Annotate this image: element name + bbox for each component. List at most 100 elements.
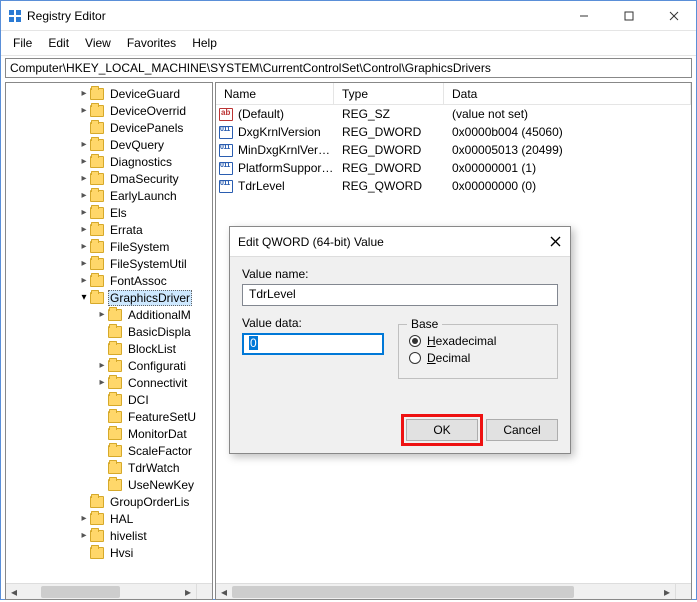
tree-item[interactable]: ▾GraphicsDriver (6, 289, 212, 306)
tree-scrollbar-horizontal[interactable]: ◂ ▸ (6, 583, 196, 599)
value-row[interactable]: MinDxgKrnlVersi…REG_DWORD0x00005013 (204… (216, 141, 691, 159)
address-bar[interactable]: Computer\HKEY_LOCAL_MACHINE\SYSTEM\Curre… (5, 58, 692, 78)
chevron-right-icon[interactable]: ▸ (78, 105, 90, 116)
tree-pane[interactable]: ▸DeviceGuard▸DeviceOverridDevicePanels▸D… (5, 82, 213, 600)
window-title: Registry Editor (23, 9, 561, 23)
tree-item-label: FeatureSetU (126, 410, 198, 424)
chevron-right-icon[interactable]: ▸ (96, 309, 108, 320)
chevron-right-icon[interactable]: ▸ (78, 275, 90, 286)
folder-icon (108, 411, 122, 423)
tree-item-label: DevQuery (108, 138, 166, 152)
folder-icon (90, 292, 104, 304)
tree-item-label: Configurati (126, 359, 188, 373)
tree-item[interactable]: ▸Connectivit (6, 374, 212, 391)
tree-item[interactable]: ▸ DeviceGuard (6, 85, 212, 102)
scroll-left-icon[interactable]: ◂ (6, 584, 22, 600)
chevron-right-icon[interactable]: ▸ (96, 377, 108, 388)
tree-item[interactable]: DevicePanels (6, 119, 212, 136)
chevron-right-icon[interactable]: ▸ (78, 258, 90, 269)
radio-hexadecimal[interactable]: Hexadecimal (409, 334, 547, 348)
scroll-right-icon[interactable]: ▸ (659, 584, 675, 600)
ok-button[interactable]: OK (406, 419, 478, 441)
tree-item[interactable]: TdrWatch (6, 459, 212, 476)
folder-icon (90, 105, 104, 117)
tree-item[interactable]: ▸FileSystem (6, 238, 212, 255)
chevron-down-icon[interactable]: ▾ (78, 292, 90, 303)
tree-item[interactable]: ScaleFactor (6, 442, 212, 459)
col-data[interactable]: Data (444, 83, 691, 104)
scroll-thumb[interactable] (41, 586, 120, 598)
folder-icon (108, 360, 122, 372)
maximize-button[interactable] (606, 1, 651, 31)
folder-icon (90, 156, 104, 168)
tree-item-label: Diagnostics (108, 155, 174, 169)
value-row[interactable]: PlatformSuppor…REG_DWORD0x00000001 (1) (216, 159, 691, 177)
menu-file[interactable]: File (7, 34, 38, 52)
scroll-right-icon[interactable]: ▸ (180, 584, 196, 600)
value-row[interactable]: TdrLevelREG_QWORD0x00000000 (0) (216, 177, 691, 195)
folder-icon (90, 139, 104, 151)
tree-item-label: AdditionalM (126, 308, 193, 322)
tree-item[interactable]: ▸DmaSecurity (6, 170, 212, 187)
value-row[interactable]: DxgKrnlVersionREG_DWORD0x0000b004 (45060… (216, 123, 691, 141)
chevron-right-icon[interactable]: ▸ (78, 513, 90, 524)
scroll-thumb[interactable] (232, 586, 574, 598)
radio-decimal[interactable]: Decimal (409, 351, 547, 365)
column-headers[interactable]: Name Type Data (216, 83, 691, 105)
value-data-field[interactable]: 0 (242, 333, 384, 355)
chevron-right-icon[interactable]: ▸ (78, 139, 90, 150)
menu-view[interactable]: View (79, 34, 117, 52)
tree-item[interactable]: DCI (6, 391, 212, 408)
binary-value-icon (219, 180, 233, 193)
tree-item-label: Errata (108, 223, 145, 237)
tree-item[interactable]: ▸ hivelist (6, 527, 212, 544)
tree-item-label: MonitorDat (126, 427, 189, 441)
tree-item[interactable]: ▸ Errata (6, 221, 212, 238)
tree-item[interactable]: FeatureSetU (6, 408, 212, 425)
menu-edit[interactable]: Edit (42, 34, 75, 52)
tree-item[interactable]: ▸HAL (6, 510, 212, 527)
chevron-right-icon[interactable]: ▸ (78, 207, 90, 218)
cancel-button[interactable]: Cancel (486, 419, 558, 441)
col-type[interactable]: Type (334, 83, 444, 104)
chevron-right-icon[interactable]: ▸ (78, 173, 90, 184)
chevron-right-icon[interactable]: ▸ (78, 190, 90, 201)
tree-item-label: DeviceGuard (108, 87, 182, 101)
tree-item[interactable]: ▸FileSystemUtil (6, 255, 212, 272)
tree-item[interactable]: ▸ Configurati (6, 357, 212, 374)
tree-item[interactable]: ▸EarlyLaunch (6, 187, 212, 204)
tree-item[interactable]: ▸DeviceOverrid (6, 102, 212, 119)
folder-icon (108, 479, 122, 491)
folder-icon (90, 122, 104, 134)
chevron-right-icon[interactable]: ▸ (78, 224, 90, 235)
tree-item[interactable]: UseNewKey (6, 476, 212, 493)
tree-item[interactable]: MonitorDat (6, 425, 212, 442)
chevron-right-icon[interactable]: ▸ (78, 156, 90, 167)
value-row[interactable]: (Default)REG_SZ(value not set) (216, 105, 691, 123)
tree-item[interactable]: ▸ Diagnostics (6, 153, 212, 170)
tree-item[interactable]: ▸ AdditionalM (6, 306, 212, 323)
tree-item-label: hivelist (108, 529, 149, 543)
tree-item[interactable]: BlockList (6, 340, 212, 357)
tree-item[interactable]: GroupOrderLis (6, 493, 212, 510)
chevron-right-icon[interactable]: ▸ (78, 530, 90, 541)
tree-item[interactable]: Hvsi (6, 544, 212, 561)
tree-item[interactable]: BasicDispla (6, 323, 212, 340)
value-name-field[interactable]: TdrLevel (242, 284, 558, 306)
close-button[interactable] (651, 1, 696, 31)
tree-item[interactable]: ▸Els (6, 204, 212, 221)
minimize-button[interactable] (561, 1, 606, 31)
tree-item[interactable]: ▸ DevQuery (6, 136, 212, 153)
list-scrollbar-horizontal[interactable]: ◂ ▸ (216, 583, 675, 599)
value-name: DxgKrnlVersion (236, 125, 334, 139)
chevron-right-icon[interactable]: ▸ (78, 241, 90, 252)
menu-help[interactable]: Help (186, 34, 223, 52)
chevron-right-icon[interactable]: ▸ (78, 88, 90, 99)
scroll-left-icon[interactable]: ◂ (216, 584, 232, 600)
tree-item[interactable]: ▸FontAssoc (6, 272, 212, 289)
dialog-close-button[interactable] (540, 227, 570, 257)
menu-favorites[interactable]: Favorites (121, 34, 182, 52)
col-name[interactable]: Name (216, 83, 334, 104)
tree-item-label: BlockList (126, 342, 178, 356)
chevron-right-icon[interactable]: ▸ (96, 360, 108, 371)
